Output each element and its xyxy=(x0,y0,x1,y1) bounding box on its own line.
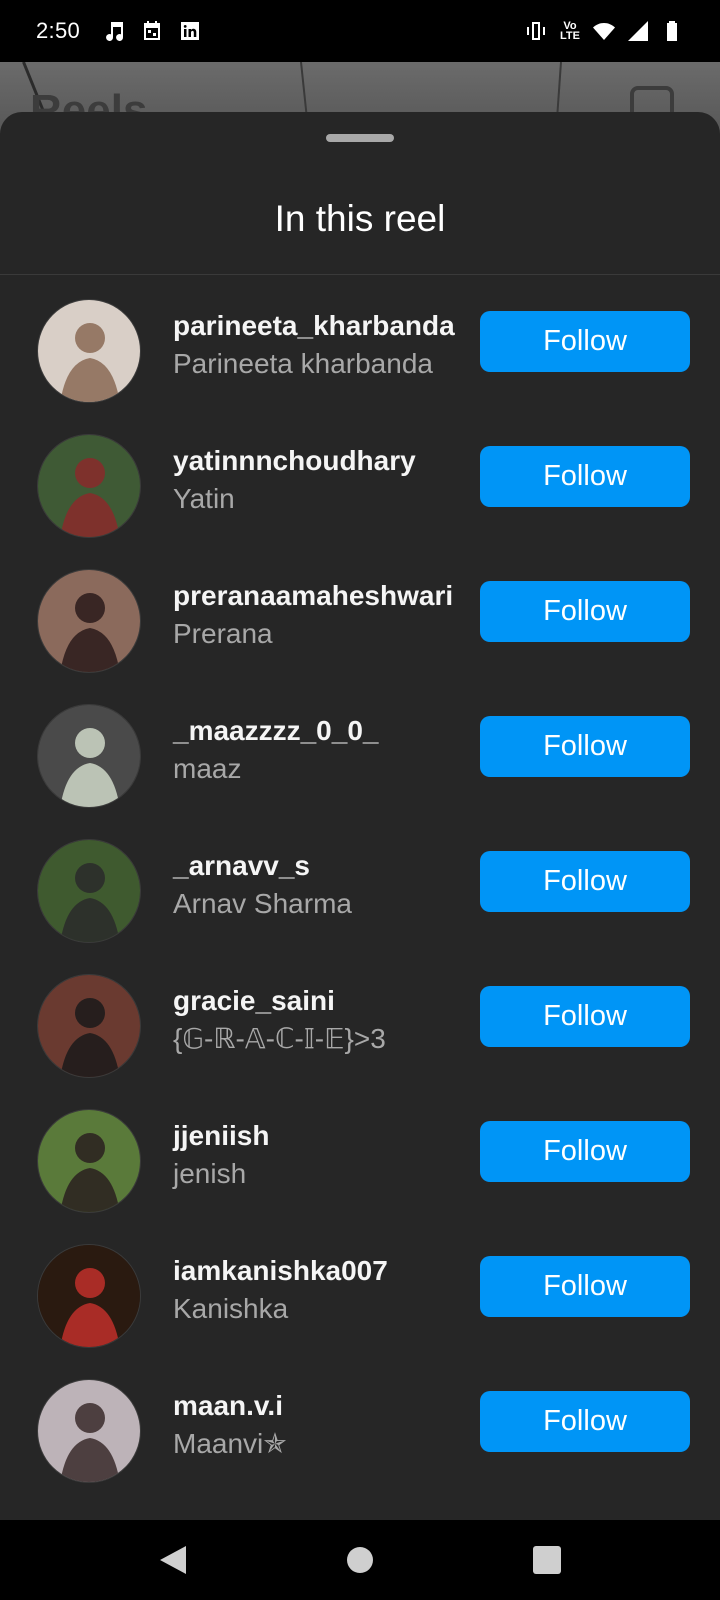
navigation-bar xyxy=(0,1520,720,1600)
user-info[interactable]: gracie_saini {𝔾-ℝ-𝔸-ℂ-𝕀-𝔼}>3 xyxy=(173,983,463,1059)
user-row[interactable]: maan.v.i Maanvi✯ Follow xyxy=(0,1366,720,1501)
wifi-icon xyxy=(592,19,616,43)
user-row[interactable]: _arnavv_s Arnav Sharma Follow xyxy=(0,826,720,961)
notification-icons xyxy=(102,19,202,43)
user-row[interactable]: iamkanishka007 Kanishka Follow xyxy=(0,1231,720,1366)
recents-icon[interactable] xyxy=(517,1530,577,1590)
avatar[interactable] xyxy=(37,434,141,538)
user-info[interactable]: jjeniish jenish xyxy=(173,1118,463,1194)
user-row[interactable]: yatinnnchoudhary Yatin Follow xyxy=(0,421,720,556)
follow-button[interactable]: Follow xyxy=(480,851,690,912)
user-list: parineeta_kharbanda Parineeta kharbanda Fo… xyxy=(0,286,720,1501)
calendar-icon xyxy=(140,19,164,43)
username[interactable]: iamkanishka007 xyxy=(173,1253,463,1289)
username[interactable]: gracie_saini xyxy=(173,983,463,1019)
status-time: 2:50 xyxy=(36,18,81,43)
user-row[interactable]: jjeniish jenish Follow xyxy=(0,1096,720,1231)
avatar[interactable] xyxy=(37,299,141,403)
divider xyxy=(0,274,720,275)
follow-button[interactable]: Follow xyxy=(480,1256,690,1317)
username[interactable]: jjeniish xyxy=(173,1118,463,1154)
signal-icon xyxy=(626,19,650,43)
user-row[interactable]: parineeta_kharbanda Parineeta kharbanda Fo… xyxy=(0,286,720,421)
user-row[interactable]: preranaamaheshwari Prerana Follow xyxy=(0,556,720,691)
full-name: {𝔾-ℝ-𝔸-ℂ-𝕀-𝔼}>3 xyxy=(173,1023,386,1054)
username[interactable]: _arnavv_s xyxy=(173,848,463,884)
user-info[interactable]: _maazzzz_0_0_maaz xyxy=(173,713,463,789)
sheet-title: In this reel xyxy=(274,198,446,239)
screen: 2:50 Vo LTE Reels In this reel parineeta… xyxy=(0,0,720,1600)
follow-button[interactable]: Follow xyxy=(480,986,690,1047)
follow-button[interactable]: Follow xyxy=(480,446,690,507)
music-icon xyxy=(102,19,126,43)
home-icon[interactable] xyxy=(330,1530,390,1590)
user-info[interactable]: parineeta_kharbanda Parineeta kharbanda xyxy=(173,308,463,384)
user-info[interactable]: yatinnnchoudhary Yatin xyxy=(173,443,463,519)
volte-icon: Vo LTE xyxy=(560,20,580,42)
avatar[interactable] xyxy=(37,839,141,943)
full-name: maaz xyxy=(173,753,242,784)
user-row[interactable]: gracie_saini {𝔾-ℝ-𝔸-ℂ-𝕀-𝔼}>3 Follow xyxy=(0,961,720,1096)
full-name: jenish xyxy=(173,1158,247,1189)
avatar[interactable] xyxy=(37,704,141,808)
username[interactable]: maan.v.i xyxy=(173,1388,463,1424)
user-info[interactable]: maan.v.i Maanvi✯ xyxy=(173,1388,463,1464)
user-info[interactable]: iamkanishka007 Kanishka xyxy=(173,1253,463,1329)
back-icon[interactable] xyxy=(143,1530,203,1590)
follow-button[interactable]: Follow xyxy=(480,1391,690,1452)
follow-button[interactable]: Follow xyxy=(480,311,690,372)
system-icons: Vo LTE xyxy=(524,19,684,43)
full-name: Parineeta kharbanda xyxy=(173,348,433,379)
user-info[interactable]: preranaamaheshwari Prerana xyxy=(173,578,463,654)
avatar[interactable] xyxy=(37,1379,141,1483)
sheet-drag-handle[interactable] xyxy=(326,134,394,142)
full-name: Kanishka xyxy=(173,1293,289,1324)
full-name: Yatin xyxy=(173,483,235,514)
vibrate-icon xyxy=(524,19,548,43)
full-name: Maanvi✯ xyxy=(173,1428,287,1459)
battery-icon xyxy=(660,19,684,43)
user-info[interactable]: _arnavv_s Arnav Sharma xyxy=(173,848,463,924)
username[interactable]: parineeta_kharbanda xyxy=(173,308,463,344)
avatar[interactable] xyxy=(37,974,141,1078)
bottom-sheet: In this reel parineeta_kharbanda Parineet… xyxy=(0,112,720,1520)
follow-button[interactable]: Follow xyxy=(480,581,690,642)
follow-button[interactable]: Follow xyxy=(480,1121,690,1182)
full-name: Prerana xyxy=(173,618,273,649)
follow-button[interactable]: Follow xyxy=(480,716,690,777)
user-row[interactable]: _maazzzz_0_0_maaz Follow xyxy=(0,691,720,826)
username[interactable]: preranaamaheshwari xyxy=(173,578,463,614)
avatar[interactable] xyxy=(37,1109,141,1213)
avatar[interactable] xyxy=(37,569,141,673)
username[interactable]: yatinnnchoudhary xyxy=(173,443,463,479)
linkedin-icon xyxy=(178,19,202,43)
status-bar: 2:50 Vo LTE xyxy=(0,0,720,62)
avatar[interactable] xyxy=(37,1244,141,1348)
username[interactable]: _maazzzz_0_0_ xyxy=(173,713,463,749)
full-name: Arnav Sharma xyxy=(173,888,352,919)
